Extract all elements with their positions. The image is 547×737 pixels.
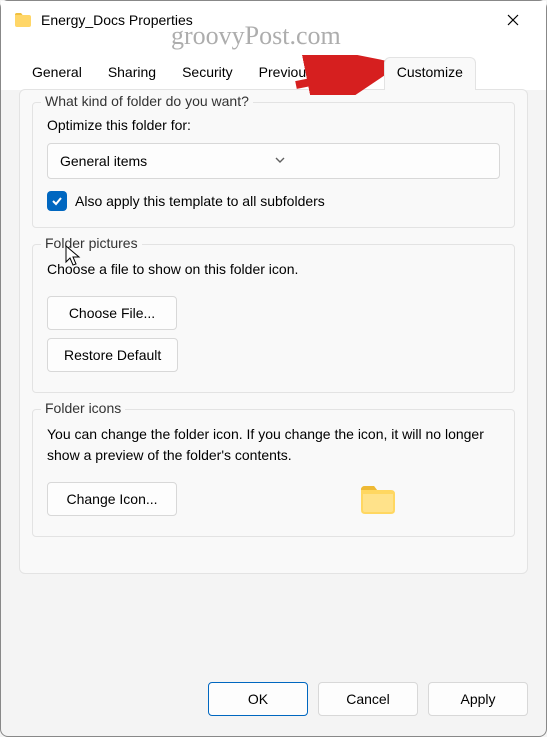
- close-button[interactable]: [494, 1, 532, 39]
- folder-icon: [15, 13, 31, 27]
- apply-button[interactable]: Apply: [428, 682, 528, 716]
- optimize-value: General items: [60, 153, 274, 169]
- tab-sharing[interactable]: Sharing: [95, 57, 169, 90]
- folder-kind-legend: What kind of folder do you want?: [41, 93, 253, 109]
- folder-icons-desc: You can change the folder icon. If you c…: [47, 424, 500, 466]
- tab-security[interactable]: Security: [169, 57, 246, 90]
- optimize-dropdown[interactable]: General items: [47, 143, 500, 179]
- folder-kind-group: What kind of folder do you want? Optimiz…: [32, 102, 515, 228]
- folder-icons-group: Folder icons You can change the folder i…: [32, 409, 515, 537]
- chevron-down-icon: [274, 153, 488, 169]
- tab-customize[interactable]: Customize: [384, 57, 476, 90]
- folder-preview-icon: [361, 486, 395, 514]
- optimize-label: Optimize this folder for:: [47, 117, 500, 133]
- subfolders-label: Also apply this template to all subfolde…: [75, 193, 325, 209]
- window-title: Energy_Docs Properties: [41, 12, 494, 28]
- cancel-button[interactable]: Cancel: [318, 682, 418, 716]
- tab-previous-versions[interactable]: Previous Versions: [246, 57, 384, 90]
- subfolders-row: Also apply this template to all subfolde…: [47, 191, 500, 211]
- tab-general[interactable]: General: [19, 57, 95, 90]
- folder-icons-legend: Folder icons: [41, 400, 125, 416]
- choose-file-button[interactable]: Choose File...: [47, 296, 177, 330]
- subfolders-checkbox[interactable]: [47, 191, 67, 211]
- tab-content: What kind of folder do you want? Optimiz…: [19, 89, 528, 574]
- change-icon-button[interactable]: Change Icon...: [47, 482, 177, 516]
- folder-pictures-group: Folder pictures Choose a file to show on…: [32, 244, 515, 393]
- titlebar: Energy_Docs Properties: [1, 1, 546, 39]
- tab-bar: General Sharing Security Previous Versio…: [1, 39, 546, 90]
- folder-pictures-legend: Folder pictures: [41, 235, 142, 251]
- ok-button[interactable]: OK: [208, 682, 308, 716]
- folder-pictures-desc: Choose a file to show on this folder ico…: [47, 259, 500, 280]
- restore-default-button[interactable]: Restore Default: [47, 338, 178, 372]
- dialog-actions: OK Cancel Apply: [208, 678, 528, 720]
